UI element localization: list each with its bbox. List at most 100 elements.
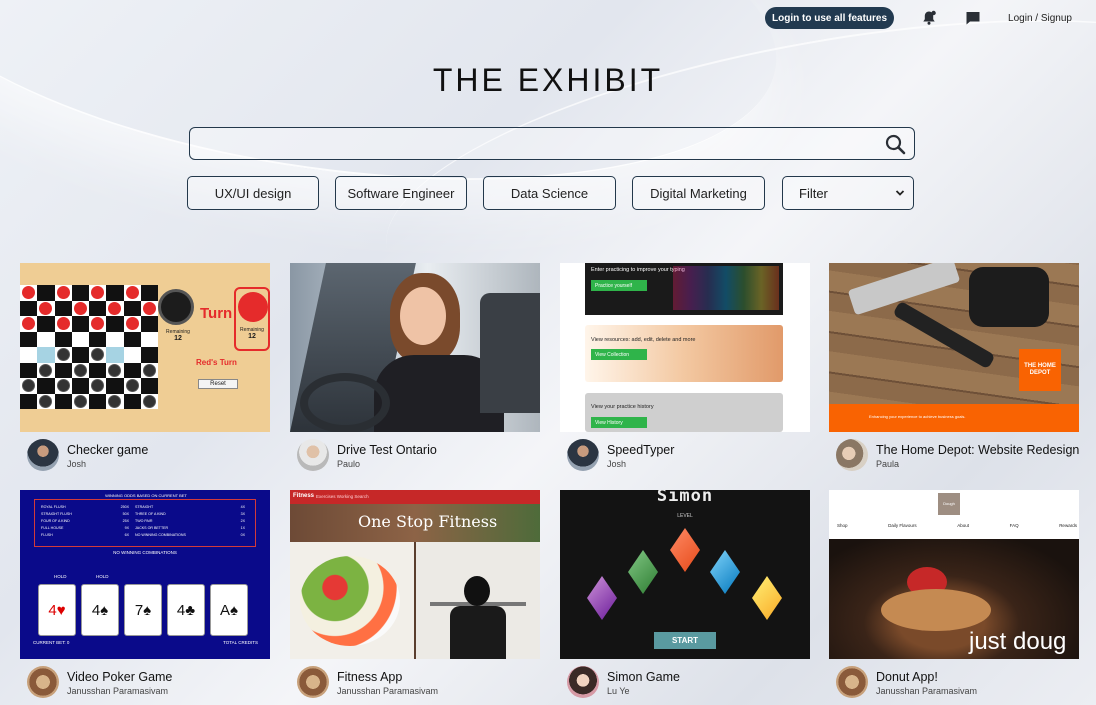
speedtyper-panel: Enter practicing to improve your typing …	[585, 263, 783, 315]
board-square	[71, 285, 89, 301]
board-square	[106, 347, 124, 363]
project-thumbnail[interactable]: Enter practicing to improve your typing …	[560, 263, 810, 432]
top-nav: Login to use all features Login / Signup	[765, 7, 1072, 29]
board-square	[37, 331, 55, 347]
project-title[interactable]: The Home Depot: Website Redesign	[876, 443, 1079, 457]
board-square	[71, 316, 89, 332]
project-card[interactable]: Dough Shop Daily Flavours About FAQ Rewards …	[829, 490, 1079, 699]
checker-piece	[56, 317, 70, 330]
project-card[interactable]: WINNING ODDS BASED ON CURRENT BET ROYAL …	[20, 490, 270, 699]
simon-gem-orange	[670, 528, 700, 572]
checker-piece	[39, 394, 53, 408]
project-author: Paula	[876, 459, 900, 469]
board-square	[123, 285, 141, 301]
filter-select[interactable]: Filter	[782, 176, 914, 210]
odds-cell: 6X	[124, 533, 129, 537]
donut-menu-item: About	[957, 523, 969, 528]
chip-ux-ui-design[interactable]: UX/UI design	[187, 176, 319, 210]
board-square	[123, 362, 141, 378]
odds-cell: ROYAL FLUSH	[41, 505, 66, 509]
project-thumbnail[interactable]: Simon LEVEL START	[560, 490, 810, 659]
checker-piece	[108, 363, 122, 377]
board-square	[123, 331, 141, 347]
board-square	[20, 331, 38, 347]
hold-label: HOLD	[54, 574, 67, 579]
project-card[interactable]: Remaining 12 Turn Remaining 12 Red's Turn …	[20, 263, 270, 472]
hold-label: HOLD	[96, 574, 109, 579]
project-thumbnail[interactable]: Fitness Exercises Working Search One Sto…	[290, 490, 540, 659]
project-title[interactable]: SpeedTyper	[607, 443, 674, 457]
checker-piece	[125, 379, 139, 392]
playing-card: 7♠	[124, 584, 162, 636]
board-square	[106, 331, 124, 347]
avatar	[836, 439, 868, 471]
board-square	[106, 316, 124, 332]
odds-cell: JACKS OR BETTER	[135, 526, 169, 530]
donut-menu-item: Shop	[837, 523, 848, 528]
project-title[interactable]: Video Poker Game	[67, 670, 172, 684]
chip-software-engineer[interactable]: Software Engineer	[335, 176, 467, 210]
chevron-down-icon	[895, 186, 905, 201]
donut-slogan: just doug	[969, 628, 1067, 655]
project-thumbnail[interactable]: WINNING ODDS BASED ON CURRENT BET ROYAL …	[20, 490, 270, 659]
project-card[interactable]: Simon LEVEL START Simon Game Lu Ye	[560, 490, 810, 699]
avatar	[27, 666, 59, 698]
chip-data-science[interactable]: Data Science	[483, 176, 616, 210]
avatar	[567, 666, 599, 698]
remaining-black: Remaining 12	[166, 329, 190, 342]
checker-piece	[73, 363, 87, 377]
board-square	[54, 331, 72, 347]
odds-cell: STRAIGHT	[135, 505, 154, 509]
board-square	[140, 347, 158, 363]
project-thumbnail[interactable]: Dough Shop Daily Flavours About FAQ Rewards …	[829, 490, 1079, 659]
simon-title: Simon	[656, 490, 714, 506]
project-title[interactable]: Donut App!	[876, 670, 938, 684]
project-author: Lu Ye	[607, 686, 630, 696]
board-square	[71, 393, 89, 409]
project-card[interactable]: Fitness Exercises Working Search One Sto…	[290, 490, 540, 699]
board-square	[37, 316, 55, 332]
project-thumbnail[interactable]: THE HOME DEPOT Enhancing your experience…	[829, 263, 1079, 432]
project-thumbnail[interactable]: Remaining 12 Turn Remaining 12 Red's Turn …	[20, 263, 270, 432]
project-title[interactable]: Fitness App	[337, 670, 402, 684]
checker-piece	[142, 301, 156, 315]
login-features-button[interactable]: Login to use all features	[765, 7, 895, 29]
board-square	[37, 378, 55, 394]
checker-board	[20, 285, 158, 409]
board-square	[37, 393, 55, 409]
project-card[interactable]: Drive Test Ontario Paulo	[290, 263, 540, 472]
project-title[interactable]: Drive Test Ontario	[337, 443, 437, 457]
playing-card: 4♣	[167, 584, 205, 636]
bell-icon[interactable]	[920, 9, 938, 27]
checker-piece	[73, 301, 87, 315]
project-card[interactable]: Enter practicing to improve your typing …	[560, 263, 810, 472]
checker-piece	[56, 348, 70, 361]
playing-card: A♠	[210, 584, 248, 636]
black-piece	[158, 289, 194, 325]
board-square	[54, 362, 72, 378]
simon-gem-yellow	[752, 576, 782, 620]
odds-cell: NO WINNING COMBINATIONS	[135, 533, 186, 537]
board-square	[106, 378, 124, 394]
project-thumbnail[interactable]	[290, 263, 540, 432]
project-title[interactable]: Simon Game	[607, 670, 680, 684]
board-square	[71, 300, 89, 316]
chip-digital-marketing[interactable]: Digital Marketing	[632, 176, 765, 210]
simon-level: LEVEL	[677, 513, 693, 519]
no-win-label: NO WINNING COMBINATIONS	[113, 550, 177, 555]
board-square	[89, 300, 107, 316]
board-square	[20, 362, 38, 378]
checker-piece	[22, 286, 35, 299]
car-seat	[480, 293, 540, 413]
search-input[interactable]	[200, 134, 870, 154]
board-square	[140, 300, 158, 316]
chat-icon[interactable]	[964, 9, 982, 27]
project-card[interactable]: THE HOME DEPOT Enhancing your experience…	[829, 263, 1079, 472]
odds-table: WINNING ODDS BASED ON CURRENT BET ROYAL …	[34, 493, 256, 547]
odds-row: ROYAL FLUSH 250X STRAIGHT 4X	[41, 504, 251, 511]
search-icon[interactable]	[885, 134, 906, 160]
donut-menu-item: Rewards	[1059, 523, 1077, 528]
project-title[interactable]: Checker game	[67, 443, 148, 457]
login-signup-link[interactable]: Login / Signup	[1008, 13, 1072, 24]
odds-cell: FOUR OF A KIND	[41, 519, 70, 523]
